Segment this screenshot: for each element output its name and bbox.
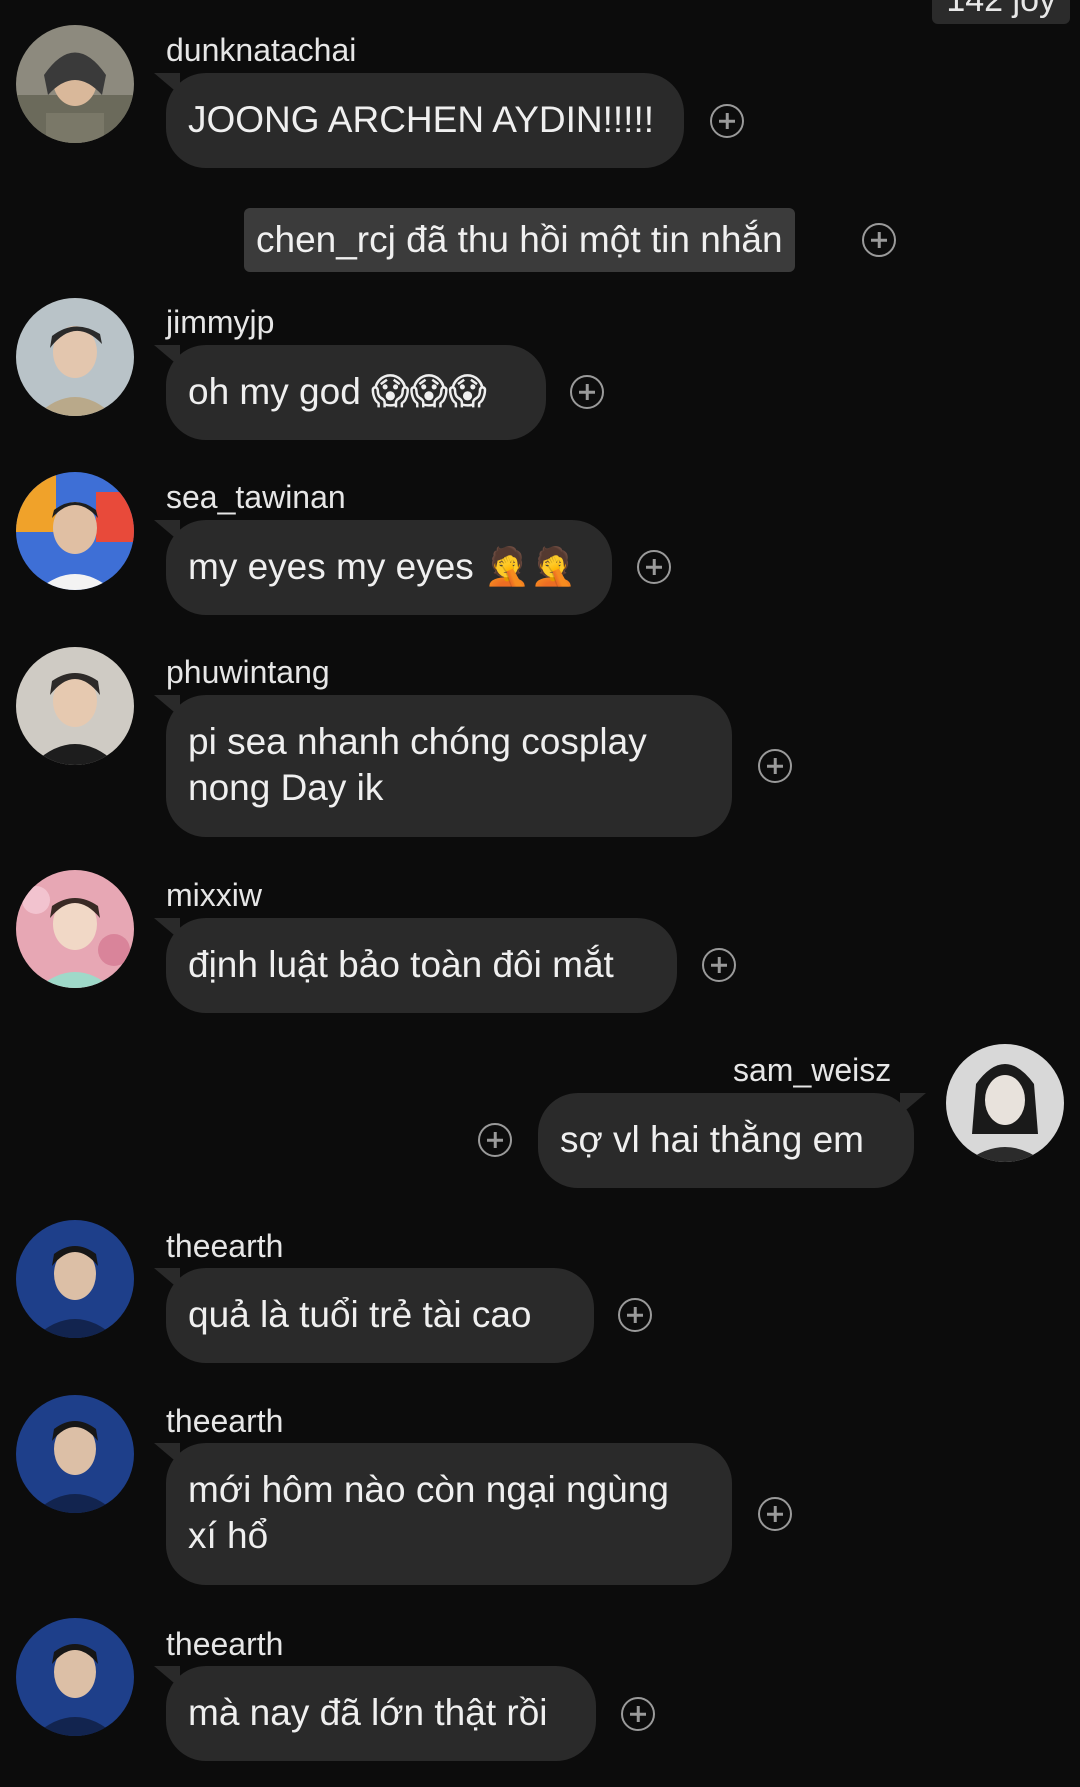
avatar[interactable]	[16, 870, 134, 988]
avatar[interactable]	[16, 647, 134, 765]
sender-name: jimmyjp	[166, 304, 275, 340]
add-reaction-icon[interactable]	[702, 948, 736, 982]
sender-name: theearth	[166, 1626, 284, 1662]
sender-name: sam_weisz	[733, 1052, 892, 1088]
sender-name: sea_tawinan	[166, 479, 346, 515]
avatar[interactable]	[16, 298, 134, 416]
system-message: chen_rcj đã thu hồi một tin nhắn	[244, 208, 795, 272]
add-reaction-icon[interactable]	[570, 375, 604, 409]
avatar[interactable]	[16, 1618, 134, 1736]
message-bubble[interactable]: JOONG ARCHEN AYDIN!!!!!	[154, 73, 684, 168]
message-text: sợ vl hai thằng em	[560, 1119, 864, 1160]
message-text: mà nay đã lớn thật rồi	[188, 1692, 548, 1733]
message-bubble[interactable]: quả là tuổi trẻ tài cao	[154, 1268, 594, 1363]
message-text: JOONG ARCHEN AYDIN!!!!!	[188, 99, 655, 140]
message-text-line: pi sea nhanh chóng cosplay	[188, 721, 647, 762]
sender-name: theearth	[166, 1403, 284, 1439]
add-reaction-icon[interactable]	[478, 1123, 512, 1157]
add-reaction-icon[interactable]	[862, 223, 896, 257]
message-text-line: mới hôm nào còn ngại ngùng	[188, 1469, 669, 1510]
message-text: oh my god 😱😱😱	[188, 371, 487, 412]
sender-name: dunknatachai	[166, 32, 357, 68]
top-badge: 142 joy	[932, 0, 1070, 24]
message-text: định luật bảo toàn đôi mắt	[188, 944, 614, 985]
message-text-line: nong Day ik	[188, 767, 384, 808]
avatar[interactable]	[16, 1395, 134, 1513]
add-reaction-icon[interactable]	[637, 550, 671, 584]
message-bubble[interactable]: mới hôm nào còn ngại ngùng xí hổ	[154, 1443, 732, 1585]
avatar[interactable]	[16, 472, 134, 590]
message-bubble[interactable]: my eyes my eyes 🤦🤦	[154, 520, 612, 615]
message-text: quả là tuổi trẻ tài cao	[188, 1294, 532, 1335]
sender-name: mixxiw	[166, 877, 262, 913]
add-reaction-icon[interactable]	[621, 1697, 655, 1731]
message-bubble[interactable]: mà nay đã lớn thật rồi	[154, 1666, 596, 1761]
message-bubble[interactable]: sợ vl hai thằng em	[538, 1093, 926, 1188]
add-reaction-icon[interactable]	[710, 104, 744, 138]
message-text: my eyes my eyes 🤦🤦	[188, 546, 577, 587]
message-bubble[interactable]: pi sea nhanh chóng cosplay nong Day ik	[154, 695, 732, 837]
message-text-line: xí hổ	[188, 1515, 269, 1556]
add-reaction-icon[interactable]	[758, 1497, 792, 1531]
sender-name: theearth	[166, 1228, 284, 1264]
avatar[interactable]	[946, 1044, 1064, 1162]
avatar[interactable]	[16, 25, 134, 143]
sender-name: phuwintang	[166, 654, 330, 690]
add-reaction-icon[interactable]	[618, 1298, 652, 1332]
avatar[interactable]	[16, 1220, 134, 1338]
message-bubble[interactable]: oh my god 😱😱😱	[154, 345, 546, 440]
message-bubble[interactable]: định luật bảo toàn đôi mắt	[154, 918, 677, 1013]
add-reaction-icon[interactable]	[758, 749, 792, 783]
